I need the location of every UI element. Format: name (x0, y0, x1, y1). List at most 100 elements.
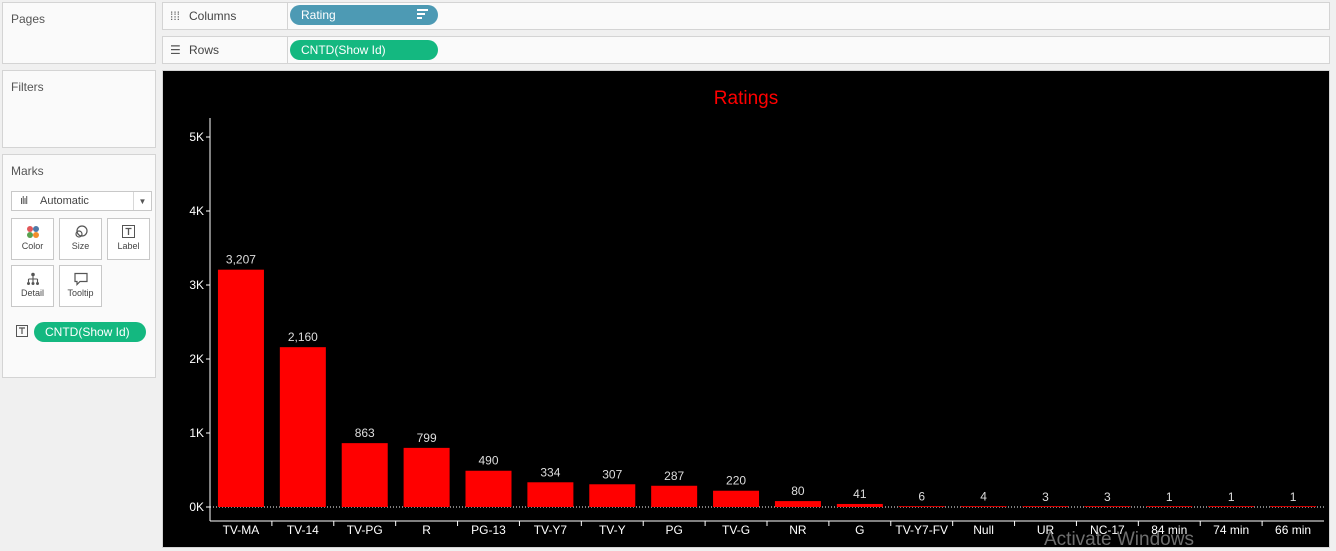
text-label-icon (108, 219, 149, 241)
x-tick-label: 74 min (1213, 523, 1249, 537)
viz-pane: Ratings 0K 1K 2K 3K 4K 5K 3,207 TV-MA 2,160 TV-14 8… (162, 70, 1330, 548)
y-tick-label: 5K (189, 130, 204, 144)
label-button-label: Label (117, 241, 140, 251)
y-tick-label: 0K (189, 500, 204, 514)
rows-shelf[interactable]: ☰ Rows CNTD(Show Id) (162, 36, 1330, 64)
text-label-icon (16, 325, 28, 340)
columns-shelf-label: Columns (189, 9, 237, 23)
rating-pill-label: Rating (301, 8, 336, 22)
bar (713, 490, 760, 507)
data-label: 490 (478, 454, 498, 468)
bar (279, 347, 326, 507)
bar (774, 501, 821, 507)
columns-icon: ⁞⁞⁞ (170, 9, 181, 23)
mark-type-dropdown[interactable]: ılıl Automatic ▼ (11, 191, 152, 211)
x-tick-label: TV-Y (599, 523, 626, 537)
detail-button-label: Detail (20, 288, 44, 298)
color-button[interactable]: Color (11, 218, 54, 260)
size-button[interactable]: Size (59, 218, 102, 260)
x-tick-label: PG (665, 523, 682, 537)
data-label: 1 (1290, 490, 1297, 504)
y-tick-label: 3K (189, 278, 204, 292)
x-tick-label: TV-Y7-FV (895, 523, 948, 537)
bar (1146, 506, 1193, 507)
x-tick-label: G (855, 523, 864, 537)
sort-descending-icon (417, 9, 428, 21)
cntd-show-id-pill[interactable]: CNTD(Show Id) (290, 40, 438, 60)
rating-pill[interactable]: Rating (290, 5, 438, 25)
data-label: 220 (726, 474, 746, 488)
data-label: 4 (980, 490, 987, 504)
activate-windows-watermark: Activate Windows (1044, 529, 1194, 550)
chart-title: Ratings (714, 88, 778, 109)
data-label: 3 (1042, 490, 1049, 504)
data-label: 6 (918, 490, 925, 504)
x-tick-label: Null (973, 523, 994, 537)
bar (1270, 506, 1317, 507)
pages-card[interactable]: Pages (2, 2, 156, 64)
bar (217, 269, 264, 507)
bar (589, 484, 636, 507)
detail-button[interactable]: Detail (11, 265, 54, 307)
filters-card[interactable]: Filters (2, 70, 156, 148)
x-tick-label: 66 min (1275, 523, 1311, 537)
mark-type-value: Automatic (40, 195, 89, 207)
marks-card-title: Marks (11, 164, 44, 178)
bar (836, 503, 883, 507)
x-tick-label: R (422, 523, 431, 537)
bar (403, 447, 450, 507)
data-label: 1 (1166, 490, 1173, 504)
bar (341, 443, 388, 507)
size-button-label: Size (71, 241, 90, 251)
bar-chart-icon: ılıl (20, 195, 28, 207)
bar (898, 506, 945, 507)
bar (651, 485, 698, 507)
bar (465, 470, 512, 507)
rows-shelf-label-box: ☰ Rows (163, 37, 288, 63)
data-label: 80 (791, 484, 805, 498)
data-label: 1 (1228, 490, 1235, 504)
data-label: 307 (602, 467, 622, 481)
marks-label-pill[interactable]: CNTD(Show Id) (34, 322, 146, 342)
x-tick-label: TV-G (722, 523, 750, 537)
rows-shelf-label: Rows (189, 43, 220, 57)
y-tick-label: 2K (189, 352, 204, 366)
data-label: 334 (540, 465, 560, 479)
bar (1084, 506, 1131, 507)
data-label: 41 (853, 487, 867, 501)
label-button[interactable]: Label (107, 218, 150, 260)
data-label: 287 (664, 469, 684, 483)
pages-card-title: Pages (11, 12, 46, 26)
y-tick-label: 4K (189, 204, 204, 218)
tooltip-button[interactable]: Tooltip (59, 265, 102, 307)
chevron-down-icon[interactable]: ▼ (133, 192, 151, 210)
x-tick-label: TV-PG (347, 523, 383, 537)
tooltip-icon (60, 266, 101, 288)
color-icon (12, 219, 53, 241)
marks-card: Marks ılıl Automatic ▼ Color Size Label … (2, 154, 156, 378)
x-tick-label: TV-14 (287, 523, 319, 537)
columns-shelf-label-box: ⁞⁞⁞ Columns (163, 3, 288, 29)
bar (1022, 506, 1069, 507)
data-label: 863 (355, 426, 375, 440)
bar (527, 482, 574, 507)
tooltip-button-label: Tooltip (67, 288, 94, 298)
bar (1208, 506, 1255, 507)
columns-shelf[interactable]: ⁞⁞⁞ Columns Rating (162, 2, 1330, 30)
filters-card-title: Filters (11, 80, 44, 94)
x-tick-label: NR (789, 523, 807, 537)
data-label: 2,160 (288, 330, 318, 344)
x-tick-label: TV-MA (223, 523, 260, 537)
bar-chart: Ratings 0K 1K 2K 3K 4K 5K 3,207 TV-MA 2,160 TV-14 8… (189, 88, 1324, 537)
data-label: 3 (1104, 490, 1111, 504)
data-label: 799 (417, 431, 437, 445)
x-tick-label: PG-13 (471, 523, 506, 537)
color-button-label: Color (21, 241, 44, 251)
y-tick-label: 1K (189, 426, 204, 440)
detail-icon (12, 266, 53, 288)
rows-icon: ☰ (170, 43, 181, 57)
x-tick-label: TV-Y7 (534, 523, 568, 537)
size-icon (60, 219, 101, 241)
bar (960, 506, 1007, 507)
data-label: 3,207 (226, 253, 256, 267)
